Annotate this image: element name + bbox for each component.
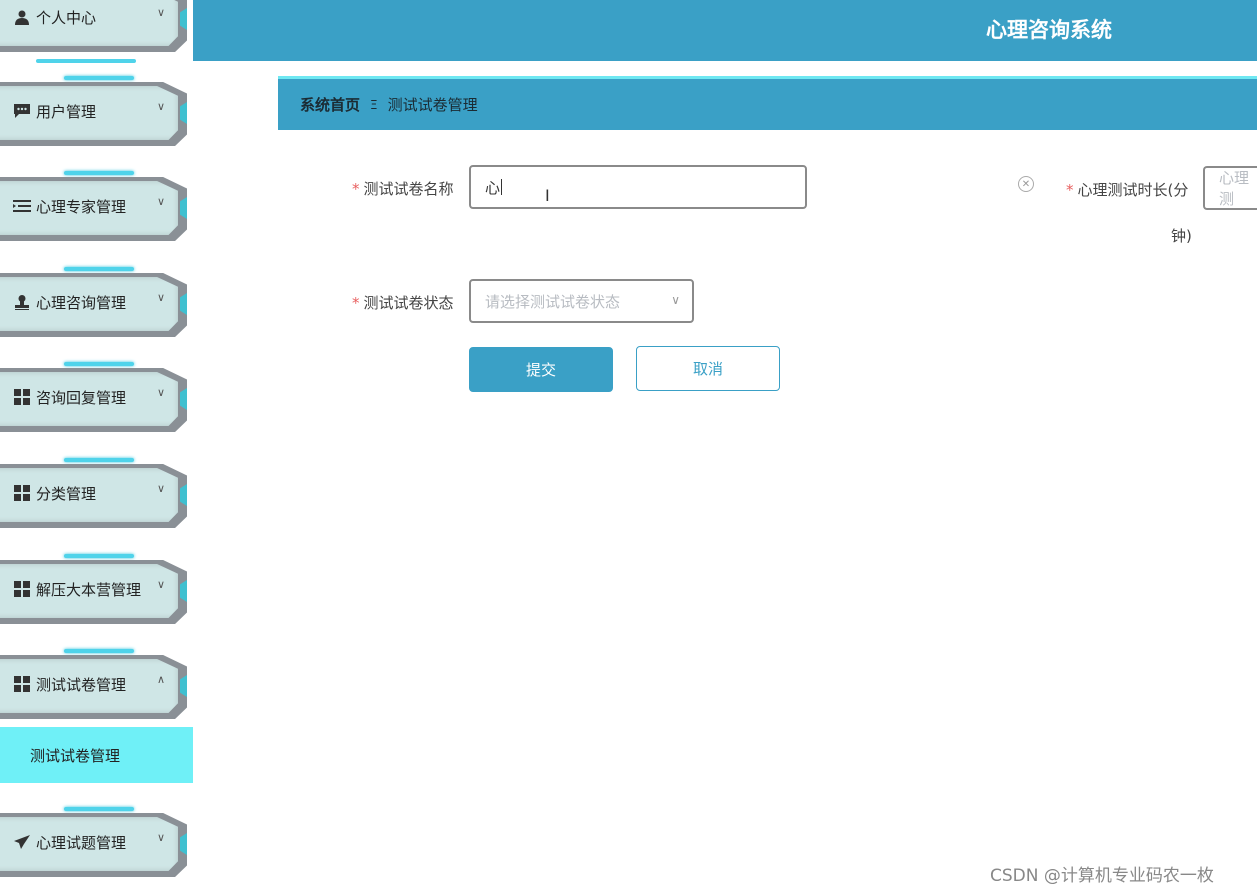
chevron-down-icon: ∨ <box>156 386 165 399</box>
sidebar-item-user-management[interactable]: 用户管理 ∨ <box>0 76 187 152</box>
required-mark: * <box>352 294 360 312</box>
exam-name-input[interactable]: 心 <box>469 165 807 209</box>
exam-status-placeholder: 请选择测试试卷状态 <box>485 292 621 311</box>
list-icon <box>12 197 32 215</box>
chevron-down-icon: ∨ <box>156 195 165 208</box>
chevron-down-icon: ∨ <box>156 100 165 113</box>
menu-content: 咨询回复管理 <box>12 368 172 426</box>
duration-label: * 心理测试时长(分 <box>1066 179 1188 200</box>
stamp-icon <box>12 293 32 311</box>
cancel-button[interactable]: 取消 <box>636 346 780 391</box>
app-title: 心理咨询系统 <box>986 18 1112 42</box>
sidebar-item-consult-management[interactable]: 心理咨询管理 ∨ <box>0 267 187 343</box>
menu-content: 心理咨询管理 <box>12 273 172 331</box>
duration-label-line1: 心理测试时长(分 <box>1077 181 1189 199</box>
submenu-item-exam-management[interactable]: 测试试卷管理 <box>0 727 193 783</box>
sidebar-item-relief-management[interactable]: 解压大本营管理 ∨ <box>0 554 187 630</box>
menu-content: 个人中心 <box>12 0 172 46</box>
sidebar-item-exam-management[interactable]: 测试试卷管理 ∧ <box>0 649 187 725</box>
duration-placeholder: 心理测 <box>1219 169 1250 208</box>
chevron-up-icon: ∧ <box>156 673 165 686</box>
send-icon <box>12 833 32 851</box>
text-caret <box>501 179 503 195</box>
menu-divider <box>64 554 134 558</box>
required-mark: * <box>352 180 360 198</box>
exam-name-label: * 测试试卷名称 <box>352 178 454 199</box>
required-mark: * <box>1066 181 1074 199</box>
sidebar-item-label: 个人中心 <box>36 8 97 27</box>
sidebar-item-label: 心理专家管理 <box>36 197 127 216</box>
menu-divider <box>64 267 134 271</box>
grid-icon <box>12 388 32 406</box>
exam-status-label-text: 测试试卷状态 <box>363 294 454 312</box>
submit-button[interactable]: 提交 <box>469 347 613 392</box>
chevron-down-icon: ∨ <box>156 831 165 844</box>
chat-icon <box>12 102 32 120</box>
menu-content: 用户管理 <box>12 82 172 140</box>
breadcrumb-current: 测试试卷管理 <box>387 96 478 114</box>
menu-content: 心理专家管理 <box>12 177 172 235</box>
sidebar-item-label: 用户管理 <box>36 102 97 121</box>
chevron-down-icon: ∨ <box>156 482 165 495</box>
exam-status-select[interactable]: 请选择测试试卷状态 ∨ <box>469 279 694 323</box>
sidebar-item-label: 解压大本营管理 <box>36 580 142 599</box>
menu-divider <box>64 649 134 653</box>
sidebar: 个人中心 ∨ 用户管理 ∨ 心理专家管理 ∨ 心理咨询管理 ∨ 咨询回复管理 ∨… <box>0 0 193 893</box>
chevron-down-icon: ∨ <box>156 578 165 591</box>
menu-divider <box>64 171 134 175</box>
menu-divider <box>64 362 134 366</box>
sidebar-item-question-management[interactable]: 心理试题管理 ∨ <box>0 807 187 883</box>
exam-status-label: * 测试试卷状态 <box>352 292 454 313</box>
menu-divider <box>64 76 134 80</box>
sidebar-item-category-management[interactable]: 分类管理 ∨ <box>0 458 187 534</box>
menu-content: 分类管理 <box>12 464 172 522</box>
submenu-item-label: 测试试卷管理 <box>30 746 121 765</box>
sidebar-item-label: 心理试题管理 <box>36 833 127 852</box>
sidebar-item-reply-management[interactable]: 咨询回复管理 ∨ <box>0 362 187 438</box>
duration-label-line2: 钟) <box>1171 227 1192 245</box>
breadcrumb: 系统首页 Ξ 测试试卷管理 <box>278 79 1257 130</box>
sidebar-item-label: 咨询回复管理 <box>36 388 127 407</box>
sidebar-item-personal-center[interactable]: 个人中心 ∨ <box>0 0 187 63</box>
text-cursor-icon: I <box>545 186 550 205</box>
duration-input[interactable]: 心理测 <box>1203 166 1257 210</box>
breadcrumb-separator: Ξ <box>370 97 378 112</box>
top-header: 心理咨询系统 <box>193 0 1257 61</box>
chevron-down-icon: ∨ <box>156 6 165 19</box>
menu-divider <box>36 59 136 63</box>
chevron-down-icon: ∨ <box>671 293 680 307</box>
user-icon <box>12 8 32 26</box>
menu-divider <box>64 807 134 811</box>
grid-icon <box>12 675 32 693</box>
sidebar-item-label: 心理咨询管理 <box>36 293 127 312</box>
exam-name-value: 心 <box>485 178 501 197</box>
chevron-down-icon: ∨ <box>156 291 165 304</box>
menu-content: 解压大本营管理 <box>12 560 172 618</box>
menu-content: 心理试题管理 <box>12 813 172 871</box>
grid-icon <box>12 580 32 598</box>
breadcrumb-home[interactable]: 系统首页 <box>300 94 360 115</box>
menu-divider <box>64 458 134 462</box>
exam-name-label-text: 测试试卷名称 <box>363 180 454 198</box>
sidebar-item-expert-management[interactable]: 心理专家管理 ∨ <box>0 171 187 247</box>
menu-content: 测试试卷管理 <box>12 655 172 713</box>
watermark: CSDN @计算机专业码农一枚 <box>990 866 1214 886</box>
clear-icon[interactable]: ✕ <box>1018 176 1034 192</box>
grid-icon <box>12 484 32 502</box>
sidebar-item-label: 分类管理 <box>36 484 97 503</box>
sidebar-item-label: 测试试卷管理 <box>36 675 127 694</box>
